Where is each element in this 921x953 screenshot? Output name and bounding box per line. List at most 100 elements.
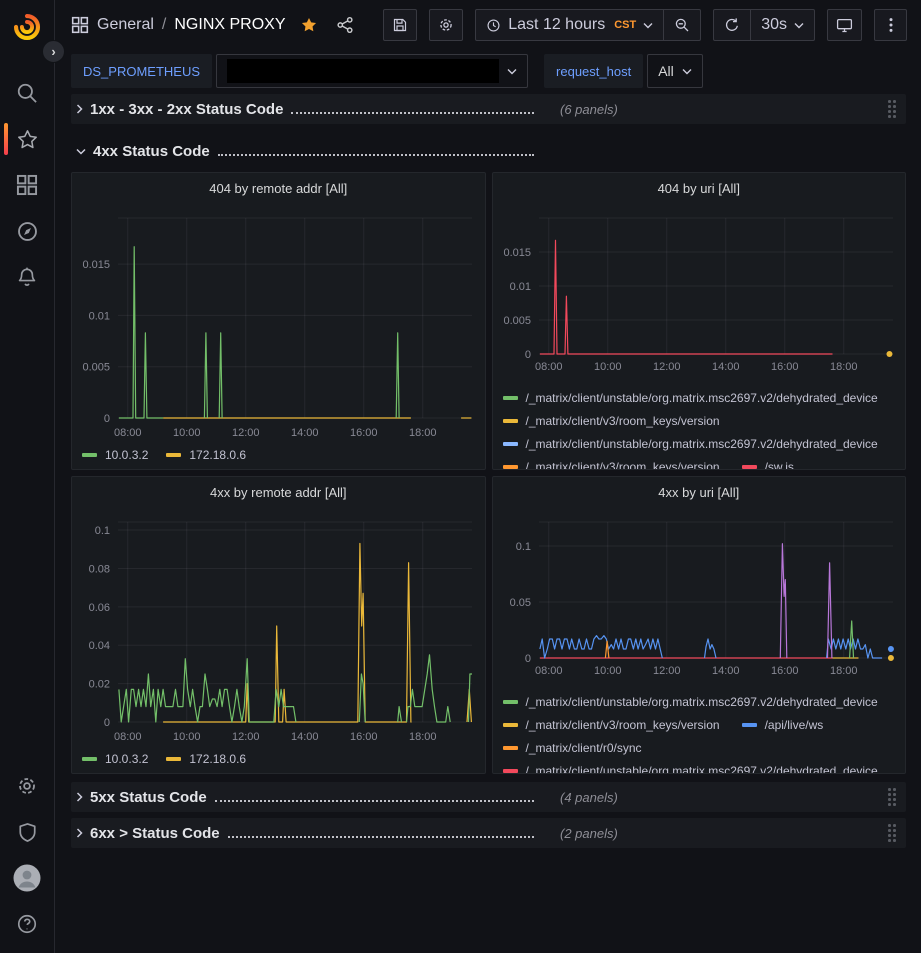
- share-icon[interactable]: [336, 16, 354, 34]
- panel-title[interactable]: 4xx by uri [All]: [493, 477, 906, 507]
- row-drag-handle-icon[interactable]: [888, 100, 896, 118]
- row-title: 1xx - 3xx - 2xx Status Code: [90, 101, 283, 118]
- svg-text:12:00: 12:00: [232, 731, 260, 743]
- ds-prometheus-dropdown[interactable]: [216, 54, 528, 88]
- legend-label: /_matrix/client/unstable/org.matrix.msc2…: [526, 695, 878, 709]
- svg-text:16:00: 16:00: [770, 361, 798, 373]
- row-drag-handle-icon[interactable]: [888, 788, 896, 806]
- chevron-down-icon: [643, 22, 653, 29]
- svg-text:10:00: 10:00: [593, 665, 621, 677]
- time-range-label: Last 12 hours: [508, 16, 605, 34]
- legend-label: /_matrix/client/v3/room_keys/version: [526, 460, 720, 471]
- sidebar-item-search[interactable]: [0, 70, 55, 116]
- row-header-5xx[interactable]: 5xx Status Code (4 panels): [71, 782, 906, 812]
- svg-text:08:00: 08:00: [534, 361, 562, 373]
- sidebar-item-help[interactable]: [0, 901, 55, 947]
- refresh-button[interactable]: [714, 10, 750, 40]
- refresh-interval-dropdown[interactable]: 30s: [750, 10, 814, 40]
- legend-item[interactable]: /_matrix/client/v3/room_keys/version: [503, 717, 720, 732]
- more-options-button[interactable]: [874, 9, 907, 41]
- sidebar-item-configuration[interactable]: [0, 763, 55, 809]
- variables-submenu: DS_PROMETHEUS request_host All: [55, 50, 921, 92]
- apps-grid-icon[interactable]: [71, 16, 89, 34]
- legend-item[interactable]: /_matrix/client/v3/room_keys/version: [503, 459, 720, 470]
- tv-mode-button[interactable]: [827, 9, 862, 41]
- panel-404-by-remote-addr: 404 by remote addr [All] 00.0050.010.015…: [71, 172, 486, 470]
- row-title: 6xx > Status Code: [90, 825, 220, 842]
- legend-item[interactable]: 10.0.3.2: [82, 752, 148, 766]
- legend-swatch-icon: [82, 453, 97, 457]
- legend-swatch-icon: [503, 465, 518, 469]
- breadcrumb: General / NGINX PROXY: [71, 16, 354, 34]
- row-header-1xx-3xx-2xx[interactable]: 1xx - 3xx - 2xx Status Code (6 panels): [71, 94, 906, 124]
- gear-icon: [16, 775, 38, 797]
- legend-label: /_matrix/client/v3/room_keys/version: [526, 414, 720, 428]
- legend-label: /_matrix/client/unstable/org.matrix.msc2…: [526, 437, 878, 451]
- legend-item[interactable]: /sw.js: [742, 459, 794, 470]
- panel-title[interactable]: 4xx by remote addr [All]: [72, 477, 485, 507]
- legend-label: 10.0.3.2: [105, 752, 148, 766]
- variable-request-host: request_host All: [544, 54, 703, 88]
- chart-svg: 00.0050.010.01508:0010:0012:0014:0016:00…: [493, 203, 906, 378]
- zoom-out-button[interactable]: [663, 10, 700, 40]
- page-title: NGINX PROXY: [174, 16, 285, 34]
- variable-label: DS_PROMETHEUS: [71, 54, 212, 88]
- legend-item[interactable]: /_matrix/client/r0/sync: [503, 740, 642, 755]
- row-drag-handle-icon[interactable]: [888, 824, 896, 842]
- panel-title[interactable]: 404 by remote addr [All]: [72, 173, 485, 203]
- refresh-group: 30s: [713, 9, 815, 41]
- legend-item[interactable]: 172.18.0.6: [166, 448, 246, 462]
- panel-grid: 404 by remote addr [All] 00.0050.010.015…: [71, 172, 906, 774]
- legend-item[interactable]: /_matrix/client/unstable/org.matrix.msc2…: [503, 390, 878, 405]
- sidebar-item-alerting[interactable]: [0, 254, 55, 300]
- svg-text:14:00: 14:00: [291, 427, 319, 439]
- row-header-6xx[interactable]: 6xx > Status Code (2 panels): [71, 818, 906, 848]
- kebab-menu-icon: [889, 17, 893, 33]
- save-icon: [392, 17, 408, 33]
- chevron-right-icon: [76, 792, 83, 802]
- row-panel-count: (4 panels): [560, 790, 618, 805]
- legend-item[interactable]: /_matrix/client/v3/room_keys/version: [503, 413, 720, 428]
- dashboard-settings-button[interactable]: [429, 9, 463, 41]
- sidebar-item-dashboards[interactable]: [0, 162, 55, 208]
- svg-text:18:00: 18:00: [829, 665, 857, 677]
- bell-icon: [16, 266, 38, 288]
- legend-item[interactable]: /api/live/ws: [742, 717, 824, 732]
- dotted-leader: [228, 826, 534, 838]
- monitor-icon: [836, 17, 853, 34]
- breadcrumb-section[interactable]: General: [97, 16, 154, 34]
- sidebar: [0, 0, 55, 953]
- sidebar-expand-button[interactable]: ›: [42, 40, 65, 63]
- svg-text:0.1: 0.1: [515, 541, 530, 553]
- legend-item[interactable]: 172.18.0.6: [166, 752, 246, 766]
- grafana-logo-icon[interactable]: [12, 12, 42, 42]
- svg-text:10:00: 10:00: [173, 731, 201, 743]
- sidebar-item-profile[interactable]: [0, 855, 55, 901]
- variable-label: request_host: [544, 54, 643, 88]
- sidebar-item-explore[interactable]: [0, 208, 55, 254]
- row-title: 4xx Status Code: [93, 143, 210, 160]
- legend-label: 172.18.0.6: [189, 752, 246, 766]
- svg-text:0: 0: [104, 413, 110, 425]
- legend-item[interactable]: /_matrix/client/unstable/org.matrix.msc2…: [503, 694, 878, 709]
- legend-item[interactable]: /_matrix/client/unstable/org.matrix.msc2…: [503, 763, 878, 774]
- sidebar-item-server-admin[interactable]: [0, 809, 55, 855]
- svg-text:0.05: 0.05: [509, 597, 530, 609]
- time-range-picker[interactable]: Last 12 hours CST: [476, 10, 663, 40]
- svg-text:0.005: 0.005: [503, 315, 531, 327]
- legend-label: /api/live/ws: [765, 718, 824, 732]
- sidebar-item-starred[interactable]: [0, 116, 55, 162]
- legend-item[interactable]: /_matrix/client/unstable/org.matrix.msc2…: [503, 436, 878, 451]
- row-panel-count: (6 panels): [560, 102, 618, 117]
- save-dashboard-button[interactable]: [383, 9, 417, 41]
- chart-svg: 00.0050.010.01508:0010:0012:0014:0016:00…: [72, 203, 485, 443]
- favorite-star-icon[interactable]: [300, 16, 318, 34]
- request-host-dropdown[interactable]: All: [647, 54, 703, 88]
- legend-item[interactable]: 10.0.3.2: [82, 448, 148, 462]
- panel-title[interactable]: 404 by uri [All]: [493, 173, 906, 203]
- row-header-4xx[interactable]: 4xx Status Code: [71, 136, 906, 166]
- svg-text:0.04: 0.04: [89, 640, 110, 652]
- star-outline-icon: [16, 128, 39, 151]
- zoom-out-icon: [674, 17, 690, 33]
- svg-text:12:00: 12:00: [232, 427, 260, 439]
